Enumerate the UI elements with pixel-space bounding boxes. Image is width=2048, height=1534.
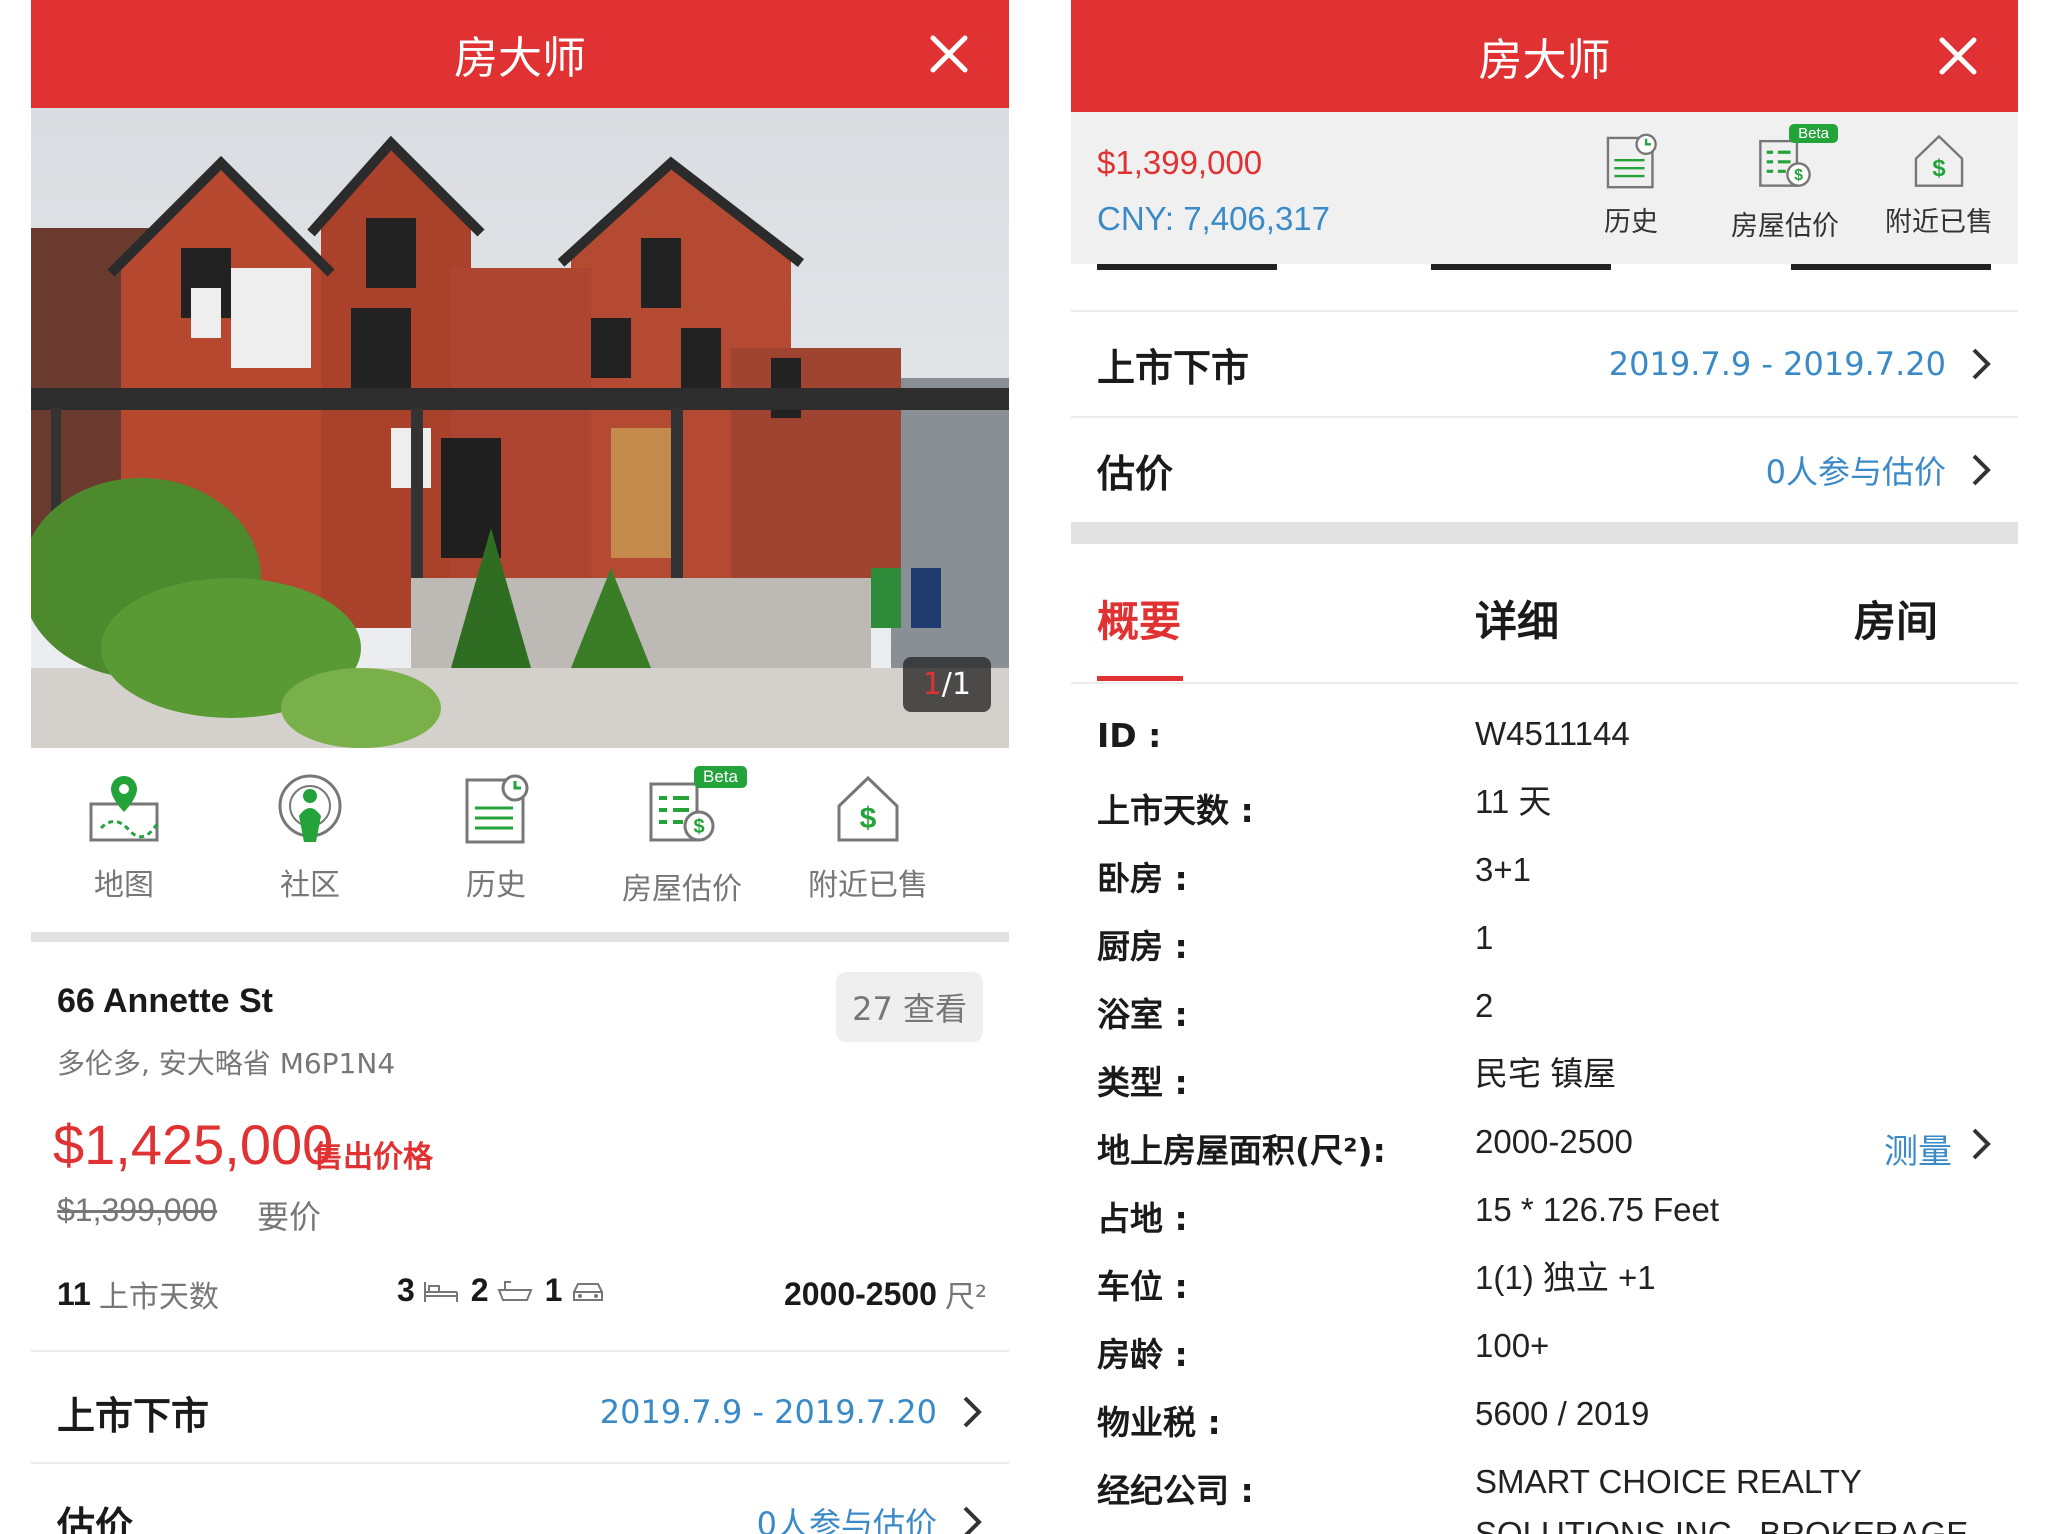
section-divider: [1071, 522, 2018, 544]
community-button[interactable]: 社区: [217, 770, 403, 910]
svg-text:$: $: [1794, 167, 1803, 184]
left-screen: 房大师 1/1 地图 社区 历史 $ Beta 房屋估价 $ 附近已售 66 A…: [31, 0, 1009, 1534]
listing-period-row[interactable]: 上市下市 2019.7.9 - 2019.7.20: [31, 1360, 1009, 1464]
detail-parking: 车位 :1(1) 独立 +1: [1097, 1259, 1656, 1306]
asking-price-label: 要价: [257, 1198, 322, 1236]
house-photo[interactable]: 1/1: [31, 108, 1009, 748]
photo-counter: 1/1: [902, 657, 991, 712]
clipped-text-remnant: [1097, 264, 1991, 270]
history-icon: [465, 774, 529, 844]
detail-age: 房龄 :100+: [1097, 1327, 1550, 1374]
community-icon: [278, 774, 342, 842]
sold-price: $1,425,000: [53, 1113, 334, 1176]
listing-address: 66 Annette St: [57, 982, 274, 1020]
map-button[interactable]: 地图: [31, 770, 217, 910]
listing-stats: 11 上市天数 3 2 1 2000-2500 尺²: [57, 1272, 987, 1322]
nearby-sold-icon: $: [837, 775, 899, 842]
chevron-right-icon: [1972, 348, 1991, 380]
beta-badge: Beta: [1789, 124, 1838, 143]
app-header: 房大师: [31, 0, 1009, 108]
detail-floor-area: 地上房屋面积(尺²): 2000-2500 测量: [1071, 1123, 2018, 1192]
tab-rooms[interactable]: 房间: [1854, 588, 1938, 649]
views-count: 27 查看: [836, 972, 983, 1042]
days-on-market: 11 上市天数: [57, 1275, 219, 1316]
bed-count: 3: [397, 1272, 415, 1308]
nearby-sold-icon: $: [1914, 134, 1964, 187]
sticky-price-bar: $1,399,000 CNY: 7,406,317 历史 $ Beta 房屋估价…: [1071, 112, 2018, 264]
floor-area: 2000-2500 尺²: [783, 1275, 987, 1316]
map-pin-icon: [89, 776, 159, 842]
detail-bedrooms: 卧房 :3+1: [1097, 851, 1531, 898]
active-tab-indicator: [1097, 676, 1183, 681]
app-header: 房大师: [1071, 0, 2018, 112]
detail-bathrooms: 浴室 :2: [1097, 987, 1494, 1034]
row-divider: [31, 1350, 1009, 1352]
close-icon[interactable]: [927, 32, 971, 76]
sold-price-label: 售出价格: [313, 1140, 433, 1175]
chevron-right-icon: [963, 1396, 982, 1428]
valuation-button[interactable]: $ Beta 房屋估价: [589, 766, 775, 910]
parking-count: 1: [544, 1272, 563, 1308]
price-cny: CNY: 7,406,317: [1097, 200, 1330, 237]
price-usd: $1,399,000: [1097, 144, 1263, 181]
app-title: 房大师: [454, 33, 586, 84]
listing-period-row[interactable]: 上市下市 2019.7.9 - 2019.7.20: [1071, 312, 2018, 416]
bath-count: 2: [470, 1272, 489, 1308]
valuation-row[interactable]: 估价 0人参与估价: [1071, 418, 2018, 522]
app-title: 房大师: [1478, 35, 1611, 86]
detail-property-tax: 物业税 :5600 / 2019: [1097, 1395, 1650, 1442]
svg-text:$: $: [693, 816, 704, 838]
close-icon[interactable]: [1936, 34, 1980, 78]
scrolled-stats-row: [1071, 264, 2018, 304]
detail-type: 类型 : 民宅 镇屋: [1097, 1055, 1617, 1102]
tab-details[interactable]: 详细: [1475, 588, 1559, 649]
section-divider: [31, 932, 1009, 942]
nearby-sold-button[interactable]: $ 附近已售: [775, 770, 961, 910]
detail-lot-size: 占地 :15 * 126.75 Feet: [1097, 1191, 1720, 1238]
detail-brokerage: 经纪公司 : SMART CHOICE REALTY SOLUTIONS INC…: [1097, 1463, 1969, 1534]
listing-city: 多伦多, 安大略省 M6P1N4: [57, 1047, 396, 1080]
svg-text:$: $: [1932, 155, 1945, 182]
car-icon: [573, 1282, 604, 1301]
valuation-row[interactable]: 估价 0人参与估价: [31, 1470, 1009, 1534]
tab-summary[interactable]: 概要: [1097, 588, 1181, 649]
row-divider: [31, 1462, 1009, 1464]
asking-price: $1,399,000: [57, 1192, 218, 1228]
beta-badge: Beta: [694, 766, 747, 788]
row-divider: [1071, 682, 2018, 684]
measure-link[interactable]: 测量: [1884, 1124, 1952, 1173]
history-button[interactable]: 历史: [1561, 130, 1701, 239]
quick-action-row: 地图 社区 历史 $ Beta 房屋估价 $ 附近已售: [31, 766, 1009, 910]
history-button[interactable]: 历史: [403, 770, 589, 910]
right-screen: 房大师 $1,399,000 CNY: 7,406,317 历史 $ Beta …: [1071, 0, 2018, 1534]
room-counts: 3 2 1: [397, 1272, 618, 1309]
valuation-button[interactable]: $ Beta 房屋估价: [1715, 124, 1855, 243]
chevron-right-icon: [963, 1506, 982, 1534]
detail-kitchens: 厨房 :1: [1097, 919, 1494, 966]
detail-days-on-market: 上市天数 :11 天: [1097, 783, 1552, 830]
detail-id: ID : W4511144: [1097, 715, 1630, 755]
svg-text:$: $: [860, 802, 877, 835]
chevron-right-icon: [1972, 454, 1991, 486]
chevron-right-icon: [1972, 1128, 1991, 1160]
bathtub-icon: [497, 1280, 533, 1301]
nearby-sold-button[interactable]: $ 附近已售: [1869, 130, 2009, 239]
bed-icon: [423, 1281, 458, 1302]
history-icon: [1606, 133, 1657, 189]
detail-tabs: 概要 详细 房间: [1071, 560, 2018, 682]
